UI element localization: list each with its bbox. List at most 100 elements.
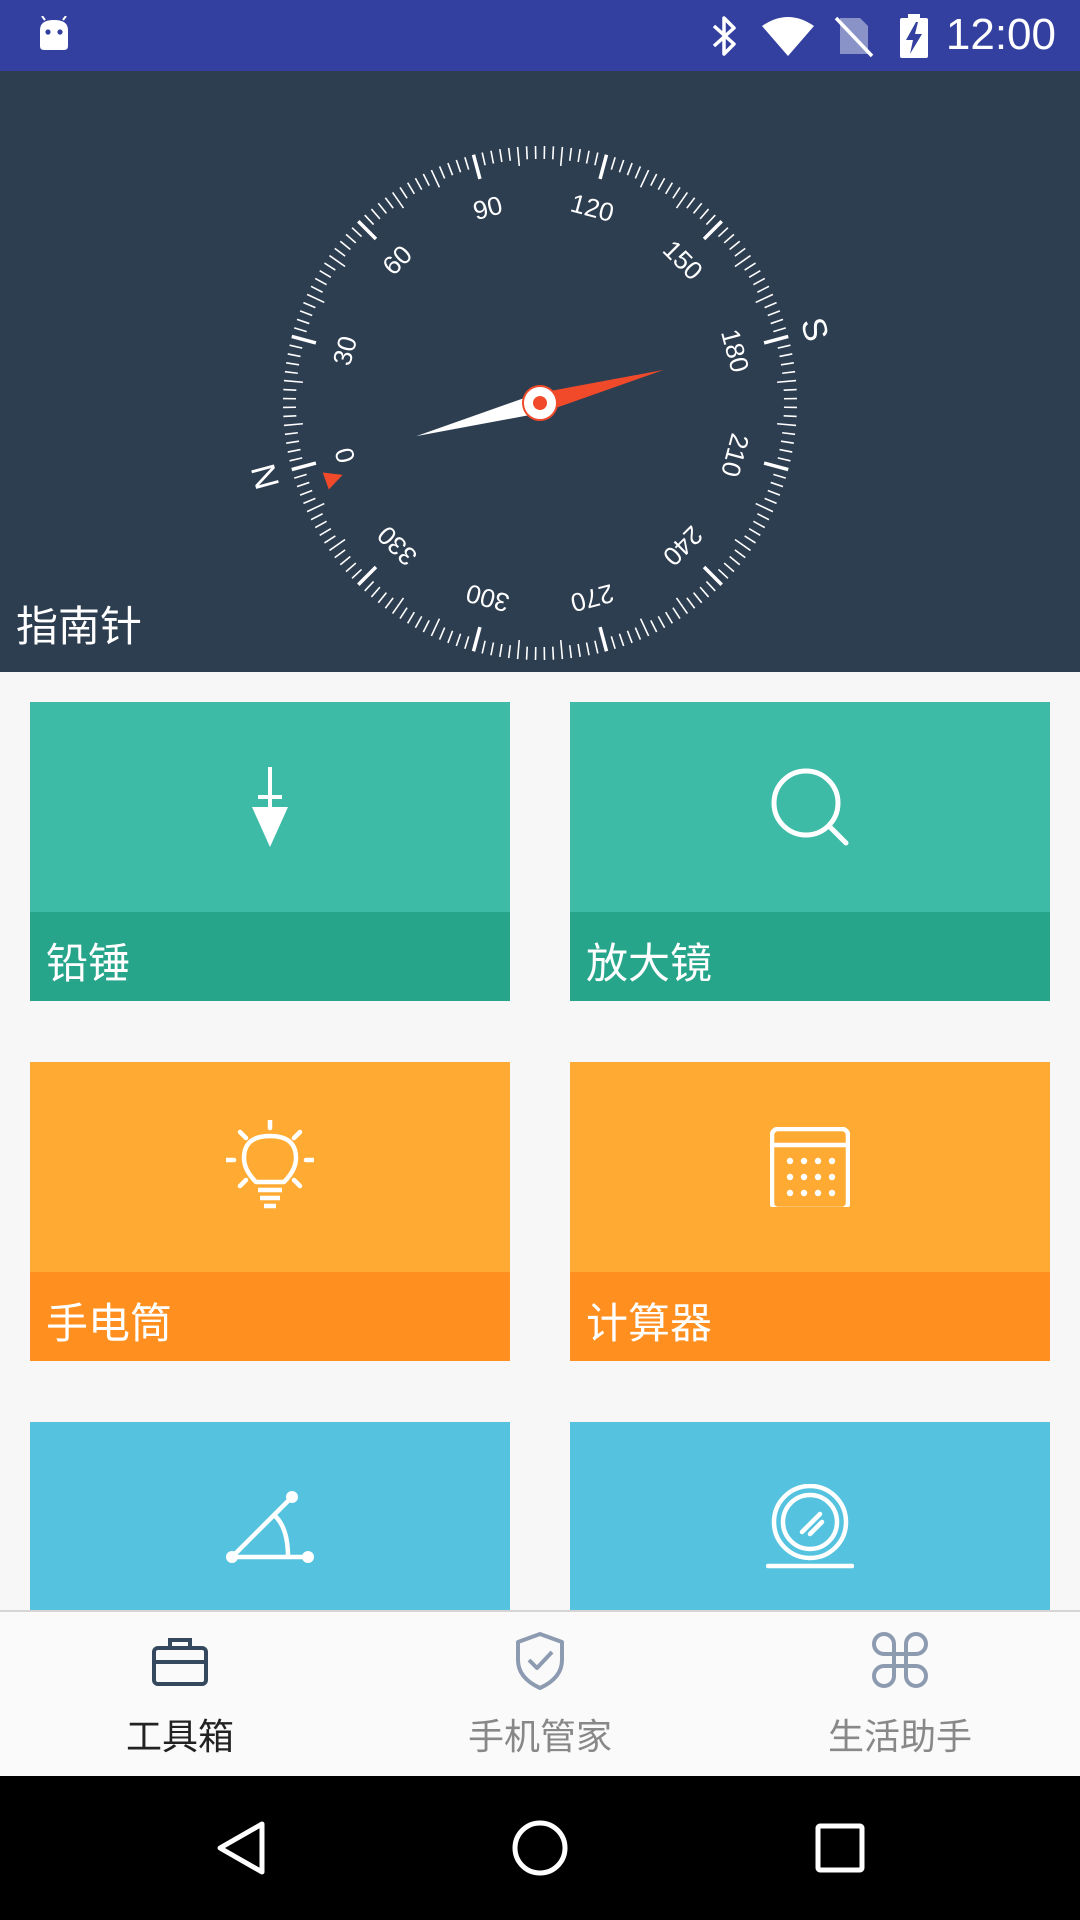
command-icon [872,1632,928,1688]
compass-tick [744,535,756,544]
home-icon[interactable] [510,1818,570,1878]
plumb-bob-icon [252,767,288,847]
compass-tick [717,568,729,579]
compass-tick [767,310,781,317]
tile-top [30,1422,510,1610]
degree-label: 30 [327,333,363,369]
compass-tick [364,214,375,226]
compass-tick [516,640,521,660]
compass-tick [753,277,766,286]
compass-tick [780,362,794,366]
back-icon[interactable] [212,1818,272,1878]
compass-tick [507,645,512,659]
compass-tick [455,159,462,173]
tile-label: 铅锤 [46,939,131,988]
compass-tick [594,152,599,166]
nav-item-toolbox[interactable]: 工具箱 [0,1612,360,1776]
compass-panel[interactable]: 0 30 60 90 120 150 180 210 240 270 300 330 N S 指南针 [0,71,1080,672]
compass-tick [284,370,298,375]
degree-label: 330 [371,520,423,572]
compass-tick [324,262,336,271]
compass-tick [299,310,313,317]
compass-tick [723,233,735,244]
system-nav-bar [0,1776,1080,1920]
lightbulb-icon [226,1120,314,1209]
compass-tick [490,150,495,164]
compass-tick [618,159,625,173]
compass-title: 指南针 [16,602,143,651]
compass-tick [334,247,346,257]
nav-label: 手机管家 [467,1717,612,1758]
compass-tick [286,440,300,444]
tool-tile-magnifier[interactable]: 放大镜 [570,702,1050,1001]
compass-tick [594,640,599,654]
tile-top [570,1422,1050,1610]
compass-tick [289,457,303,462]
compass-tick [422,173,430,186]
tool-tile-mirror[interactable] [570,1422,1050,1610]
compass-tick [650,620,658,633]
compass-tick [329,538,346,552]
compass-tick [293,473,307,479]
clock: 12:00 [945,10,1056,59]
compass-tick [310,285,323,293]
recents-icon[interactable] [810,1818,870,1878]
tile-top [30,1062,510,1272]
no-sim-icon [834,16,874,58]
tile-label: 计算器 [586,1299,713,1348]
nav-item-phone-manager[interactable]: 手机管家 [360,1612,720,1776]
compass-tick [399,187,408,199]
compass-tick [699,208,710,220]
compass-tick [287,353,301,358]
north-marker [322,472,343,490]
compass-tick [777,379,797,384]
compass-tick [414,616,423,629]
tool-tile-protractor[interactable] [30,1422,510,1610]
compass-tick [334,549,346,559]
compass-tick [748,527,761,537]
compass-tick [384,197,394,209]
compass-tick [639,618,650,637]
compass-tick [296,318,310,325]
compass-tick [779,448,793,453]
compass-tick [777,457,791,462]
nav-label: 工具箱 [125,1717,234,1758]
compass-tick [782,431,796,436]
tile-top [30,702,510,912]
compass-tick [447,162,454,176]
compass-tick [384,597,394,609]
tile-label-bar: 放大镜 [570,912,1050,1001]
tool-tile-flashlight[interactable]: 手电筒 [30,1062,510,1361]
compass-tick [314,520,327,529]
degree-label: 210 [715,430,755,480]
compass-tick [283,388,297,392]
compass-tick [734,538,751,552]
compass-tick [755,502,774,513]
compass-tick [447,630,454,644]
compass-tick [734,549,746,559]
compass-tick [406,611,416,624]
compass-tick [471,154,482,180]
compass-tick [770,318,784,325]
compass-tick [293,327,307,333]
degree-label: 120 [567,188,617,228]
degree-label: 300 [463,578,513,618]
compass-tick [499,149,503,163]
compass-dial: 0306090 120150180210240270300330NS [244,146,836,660]
compass-tick [329,254,346,268]
magnifier-icon [771,768,849,846]
tool-tile-calculator[interactable]: 计算器 [570,1062,1050,1361]
compass-tick [351,227,363,238]
compass-tick [598,626,609,652]
toolbox-icon [152,1638,208,1686]
compass-tick [626,162,633,176]
compass-tick [618,633,625,647]
compass-tick [551,146,555,160]
compass-tick [324,535,336,544]
tile-label: 手电筒 [46,1299,173,1348]
cardinal-label: N [244,460,287,494]
compass-tick [339,555,351,566]
nav-item-life-assistant[interactable]: 生活助手 [720,1612,1080,1776]
tool-tile-plumb-bob[interactable]: 铅锤 [30,702,510,1001]
compass-needle [416,369,664,437]
